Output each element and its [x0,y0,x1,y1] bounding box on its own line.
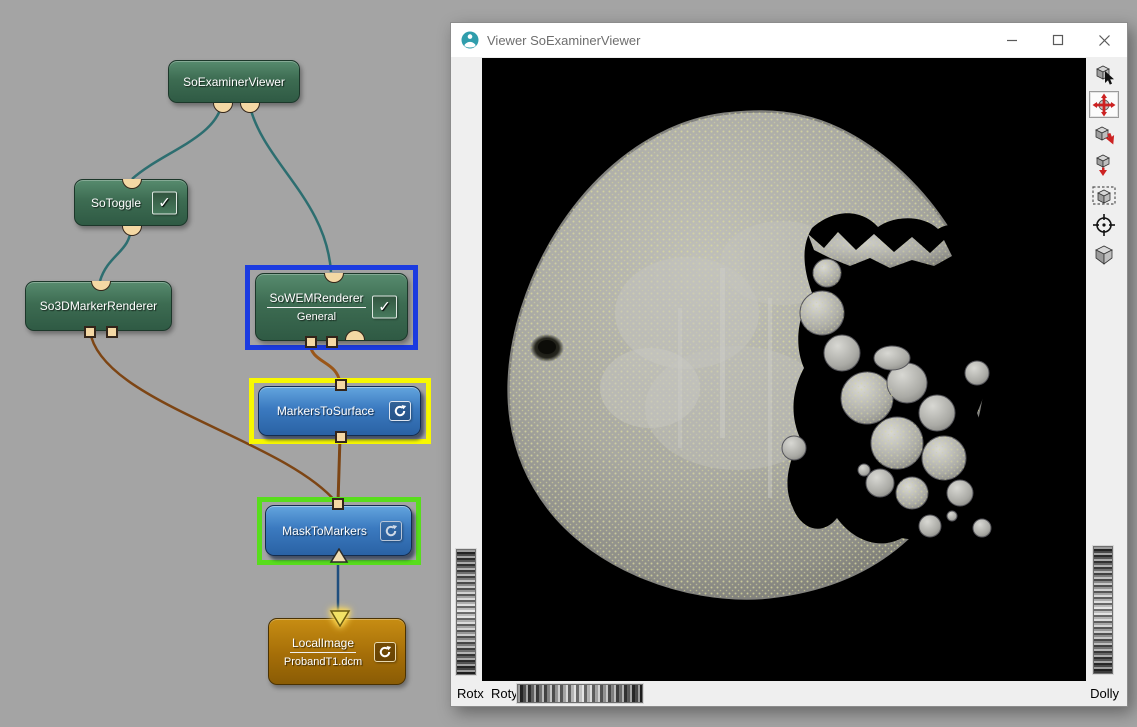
node-graph-panel[interactable]: SoExaminerViewer SoToggle ✓ So3DMarkerRe… [0,0,450,727]
node-label: LocalImage [290,636,356,653]
connector-input-base[interactable] [106,326,118,338]
connector-input-base[interactable] [335,431,347,443]
node-label: MaskToMarkers [282,524,367,538]
desktop: SoExaminerViewer SoToggle ✓ So3DMarkerRe… [0,0,1137,727]
pick-mode-button[interactable] [1089,61,1119,88]
viewer-toolbar [1089,61,1121,271]
close-button[interactable] [1081,23,1127,57]
node-label: SoToggle [91,196,141,210]
window-titlebar[interactable]: Viewer SoExaminerViewer [451,23,1127,57]
connector-input-scene[interactable] [345,330,365,340]
reload-icon[interactable] [389,401,411,421]
view-rotate-button[interactable] [1089,91,1119,118]
circular-arrow-icon [393,404,407,418]
maximize-button[interactable] [1035,23,1081,57]
connector-output-base[interactable] [335,379,347,391]
dolly-thumbwheel[interactable] [1093,546,1113,674]
node-so3dmarkerrenderer[interactable]: So3DMarkerRenderer [25,281,172,331]
home-view-button[interactable] [1089,181,1119,208]
view-all-button[interactable] [1089,151,1119,178]
node-label: SoWEMRenderer [267,291,365,308]
camera-type-button[interactable] [1089,241,1119,268]
node-label: MarkersToSurface [277,404,374,418]
circular-arrow-icon [378,645,392,659]
node-masktomarkers[interactable]: MaskToMarkers [265,505,412,556]
dolly-label: Dolly [1090,686,1119,701]
node-markerstosurface[interactable]: MarkersToSurface [258,386,421,436]
cube-icon [1092,243,1116,267]
node-label: So3DMarkerRenderer [40,299,157,313]
pick-cursor-icon [1092,64,1116,86]
crosshair-button[interactable] [1089,211,1119,238]
roty-label: Roty [491,686,518,701]
connector-input-scene[interactable] [122,179,142,189]
rotate-arrows-icon [1092,93,1116,117]
viewer-window[interactable]: Viewer SoExaminerViewer [450,22,1128,707]
circular-arrow-icon [384,524,398,538]
connection-markerstosurface-masktomarkers[interactable] [338,437,340,503]
minimize-button[interactable] [989,23,1035,57]
connection-examiner-toggle[interactable] [132,103,222,179]
node-sublabel: ProbandT1.dcm [284,656,362,668]
connector-input-wem[interactable] [305,336,317,348]
close-icon [1098,34,1111,47]
node-sowemrenderer[interactable]: SoWEMRenderer General ✓ [255,273,408,341]
connection-examiner-wemrenderer[interactable] [249,103,331,272]
3d-viewport[interactable] [482,58,1086,681]
roty-thumbwheel[interactable] [456,549,476,675]
connector-input-scene[interactable] [324,273,344,283]
reload-icon[interactable] [374,642,396,662]
maximize-icon [1052,34,1064,46]
checkbox-icon[interactable]: ✓ [152,191,177,214]
node-sublabel: General [297,311,336,323]
crosshair-icon [1092,213,1116,237]
rotx-thumbwheel[interactable] [517,684,643,703]
node-localimage[interactable]: LocalImage ProbandT1.dcm [268,618,406,685]
connector-output-image[interactable] [329,610,351,627]
mevislab-logo-icon [461,31,479,49]
cube-seek-arrow-icon [1092,124,1116,146]
seek-button[interactable] [1089,121,1119,148]
viewer-bottom-bar: Rotx Roty Dolly [451,681,1127,707]
connector-input-image[interactable] [329,548,349,563]
cube-selection-box-icon [1091,183,1117,207]
connector-output-base[interactable] [332,498,344,510]
node-soexaminerviewer[interactable]: SoExaminerViewer [168,60,300,103]
window-title: Viewer SoExaminerViewer [487,33,640,48]
connector-input-scene[interactable] [91,281,111,291]
minimize-icon [1006,34,1018,46]
checkbox-icon[interactable]: ✓ [372,296,397,319]
node-label: SoExaminerViewer [183,75,285,89]
reload-icon[interactable] [380,521,402,541]
cube-down-arrow-icon [1092,153,1116,177]
connector-input-base[interactable] [84,326,96,338]
rotx-label: Rotx [457,686,484,701]
connector-input-base[interactable] [326,336,338,348]
node-sotoggle[interactable]: SoToggle ✓ [74,179,188,226]
rendered-head-surface [482,58,1086,681]
